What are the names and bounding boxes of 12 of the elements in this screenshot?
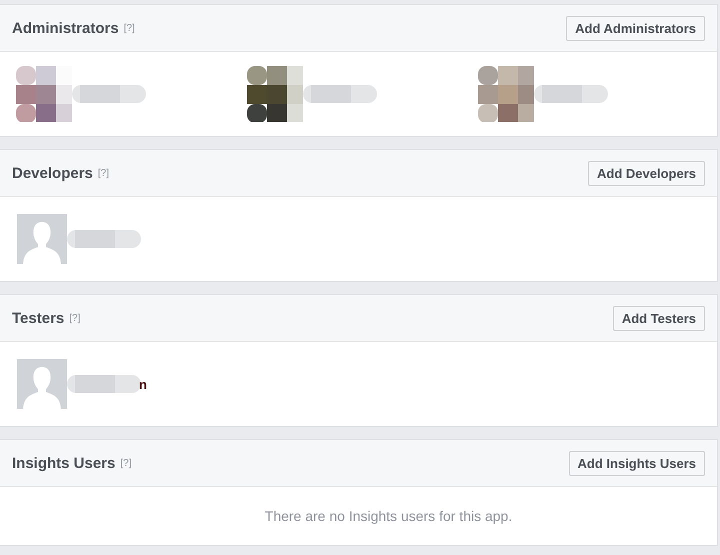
empty-message: There are no Insights users for this app.	[264, 508, 514, 524]
member-name[interactable]: n	[139, 376, 147, 392]
person-silhouette-icon	[17, 214, 67, 264]
add-button[interactable]: Add Developers	[588, 160, 705, 186]
section-title: Testers	[12, 310, 64, 326]
person-silhouette-icon	[17, 359, 67, 409]
section-title: Insights Users	[12, 454, 116, 472]
add-button[interactable]: Add Administrators	[566, 16, 705, 40]
section-title: Developers	[12, 164, 93, 182]
add-button[interactable]: Add Insights Users	[568, 450, 705, 476]
add-button[interactable]: Add Testers	[612, 306, 705, 330]
section-title: Administrators	[12, 20, 119, 36]
